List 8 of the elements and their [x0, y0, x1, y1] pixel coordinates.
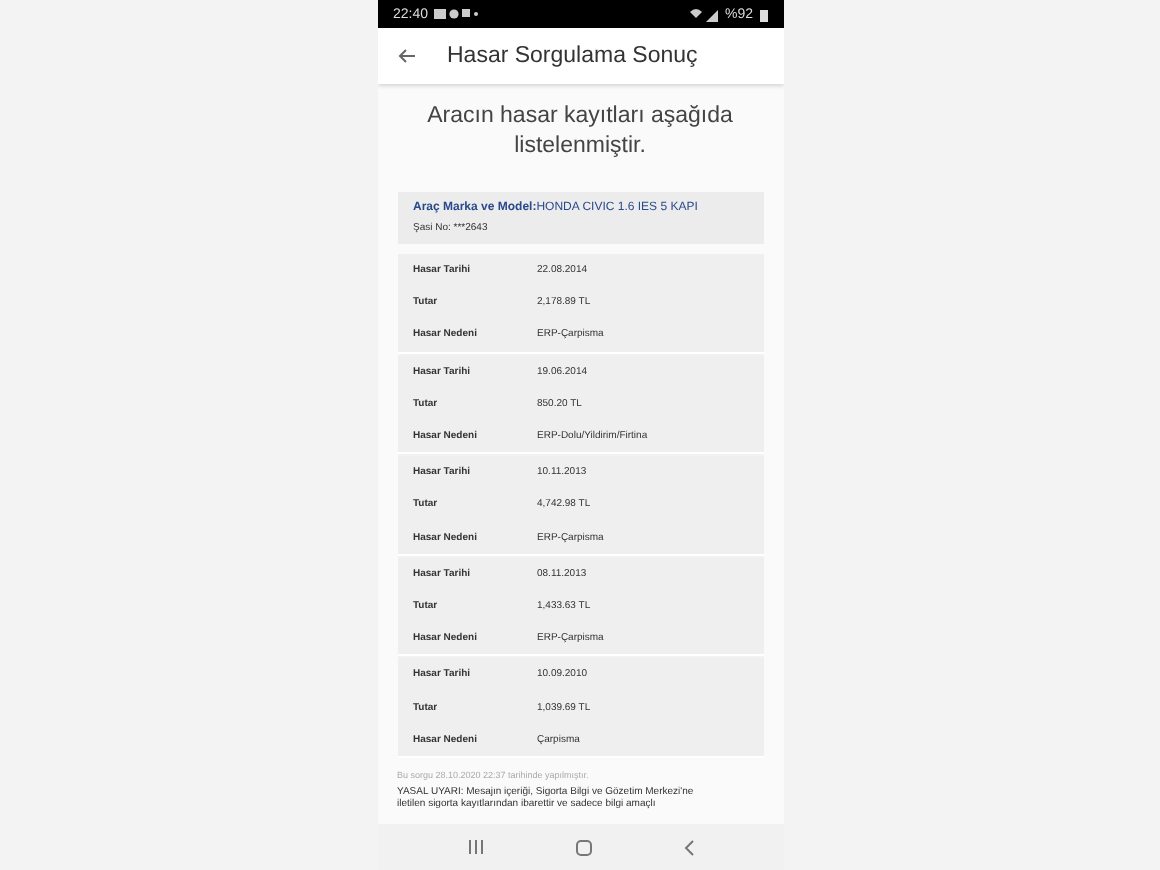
back-icon[interactable] — [683, 839, 693, 855]
back-arrow-icon[interactable] — [397, 48, 415, 64]
signal-icon — [690, 7, 719, 21]
battery-icon — [759, 7, 767, 21]
intro-text: Aracın hasar kayıtları aşağıda listelenmiştir. — [425, 102, 735, 162]
recent-apps-icon[interactable] — [467, 840, 483, 854]
home-icon[interactable] — [575, 839, 591, 855]
screen-title: Hasar Sorgulama Sonuç — [447, 44, 698, 68]
